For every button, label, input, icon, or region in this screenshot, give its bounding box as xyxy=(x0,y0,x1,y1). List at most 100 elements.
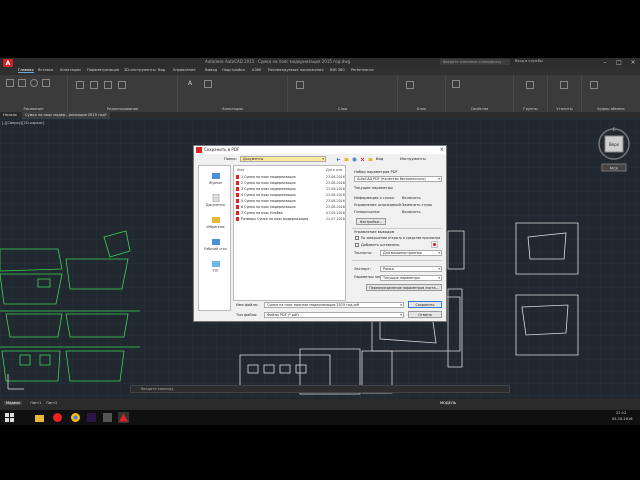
autocad-taskbar-icon[interactable] xyxy=(118,412,129,423)
tab-layout1[interactable]: Лист1 xyxy=(28,401,43,405)
close-icon[interactable]: × xyxy=(626,58,640,67)
line-icon[interactable] xyxy=(6,79,14,87)
tools-menu[interactable]: Инструменты xyxy=(400,157,426,161)
viewcube-north[interactable]: С xyxy=(613,127,616,132)
command-line-input[interactable]: Введите команду xyxy=(130,385,510,393)
file-row[interactable]: 7 Сумка на пояс Ильбек 07.09.2016 xyxy=(236,211,345,216)
ribbon-group-label[interactable]: Буфер обмена xyxy=(582,107,640,111)
clock-date[interactable]: 05.10.2016 xyxy=(612,417,633,421)
viewport-controls[interactable]: [-][Сверху][2D-каркас] xyxy=(2,121,44,125)
polyline-icon[interactable] xyxy=(18,79,26,87)
copy-icon[interactable] xyxy=(104,81,112,89)
save-button[interactable]: Сохранить xyxy=(408,301,442,308)
layer-properties-icon[interactable] xyxy=(296,81,304,89)
measure-icon[interactable] xyxy=(560,81,568,89)
folder-combo[interactable]: Документы ▾ xyxy=(240,156,326,162)
chrome-icon[interactable] xyxy=(70,412,81,423)
place-desktop[interactable]: Рабочий стол xyxy=(199,238,232,251)
tab-annotate[interactable]: Аннотации xyxy=(60,68,81,72)
ribbon-group-label[interactable]: Слои xyxy=(288,107,397,111)
filename-input[interactable]: Сумка на пояс поясная модернизация 2015 … xyxy=(264,302,404,308)
doc-tab-drawing[interactable]: Сумка на пояс модер...рнизация 2015 год* xyxy=(22,112,110,119)
stamp-settings-icon[interactable] xyxy=(431,241,438,248)
move-icon[interactable] xyxy=(76,81,84,89)
group-icon[interactable] xyxy=(526,81,534,89)
arc-icon[interactable] xyxy=(42,79,50,87)
file-row[interactable]: 4 Сумка на пояс модернизация 23.08.2016 xyxy=(236,193,345,198)
paste-icon[interactable] xyxy=(590,81,598,89)
signin-button[interactable]: Вход в службы xyxy=(515,59,543,63)
tab-model[interactable]: Модель xyxy=(4,401,23,405)
premiere-icon[interactable] xyxy=(86,412,97,423)
file-row[interactable]: 3 Сумка на пояс модернизация 23.08.2016 xyxy=(236,187,345,192)
open-in-viewer-checkbox[interactable] xyxy=(355,236,359,240)
place-ftp[interactable]: FTP xyxy=(199,260,232,273)
tab-view[interactable]: Вид xyxy=(158,68,165,72)
app-icon[interactable] xyxy=(102,412,113,423)
rotate-icon[interactable] xyxy=(90,81,98,89)
help-search-input[interactable]: Введите ключевое слово/фразу xyxy=(440,59,510,65)
text-icon[interactable]: A xyxy=(188,80,196,88)
minimize-icon[interactable]: – xyxy=(598,58,612,67)
export-combo[interactable]: Рамка ▾ xyxy=(380,266,442,272)
doc-tab-start[interactable]: Начало xyxy=(0,112,20,119)
opera-icon[interactable] xyxy=(52,412,63,423)
options-button[interactable]: Настройки... xyxy=(356,218,386,225)
back-icon[interactable] xyxy=(336,157,341,162)
ribbon-group-label[interactable]: Аннотации xyxy=(178,107,287,111)
views-menu[interactable]: Вид xyxy=(376,157,383,161)
circle-icon[interactable] xyxy=(30,79,38,87)
file-row[interactable]: 6 Сумка на пояс модернизация 23.08.2016 xyxy=(236,205,345,210)
pdf-preset-combo[interactable]: AutoCAD PDF (Качество бесконечного) ▾ xyxy=(354,176,442,182)
viewcube-icon[interactable]: С Верх МСК xyxy=(596,126,632,172)
tab-layout2[interactable]: Лист2 xyxy=(44,401,59,405)
tab-a360[interactable]: A360 xyxy=(252,68,261,72)
file-row[interactable]: Размеры Сумка на пояс модернизация 22.07.… xyxy=(236,217,345,222)
tab-insert[interactable]: Вставка xyxy=(38,68,53,72)
file-explorer-icon[interactable] xyxy=(34,412,45,423)
tab-addins[interactable]: Надстройки xyxy=(222,68,245,72)
space-mode-indicator[interactable]: МОДЕЛЬ xyxy=(440,401,456,405)
file-row[interactable]: 2 Сумка на пояс модернизация 23.08.2016 xyxy=(236,181,345,186)
sheet-params-combo[interactable]: Текущие параметры ▾ xyxy=(380,275,442,281)
mirror-icon[interactable] xyxy=(118,81,126,89)
file-row[interactable]: 1 Сумка на пояс модернизация 23.08.2016 xyxy=(236,175,345,180)
tab-bim360[interactable]: BIM 360 xyxy=(330,68,345,72)
up-folder-icon[interactable] xyxy=(344,157,349,162)
precision-combo[interactable]: Для машиностроения ▾ xyxy=(380,250,442,256)
file-row[interactable]: 5 Сумка на пояс модернизация 23.08.2016 xyxy=(236,199,345,204)
dialog-close-icon[interactable]: × xyxy=(440,146,444,154)
clock-time[interactable]: 22:12 xyxy=(616,411,626,415)
column-header-name[interactable]: Имя xyxy=(237,168,244,172)
viewcube-wcs[interactable]: МСК xyxy=(610,167,619,171)
tab-home[interactable]: Главная xyxy=(18,68,34,73)
windows-start-icon[interactable] xyxy=(4,412,15,423)
tab-3d-tools[interactable]: 3D-инструменты xyxy=(124,68,156,72)
column-header-date[interactable]: Дата изм xyxy=(326,168,342,172)
search-web-icon[interactable] xyxy=(352,157,357,162)
tab-manage[interactable]: Управление xyxy=(173,68,196,72)
ribbon-group-label[interactable]: Группы xyxy=(514,107,547,111)
filetype-combo[interactable]: Файлы PDF (*.pdf) ▾ xyxy=(264,312,404,318)
open-in-viewer-label[interactable]: По завершении открыть в средстве просмот… xyxy=(361,236,440,240)
override-sheet-params-button[interactable]: Переопределение параметров листа... xyxy=(366,284,442,291)
file-list[interactable]: Имя Дата изм 1 Сумка на пояс модернизаци… xyxy=(233,165,346,301)
ribbon-group-label[interactable]: Рисование xyxy=(0,107,67,111)
viewcube-face[interactable]: Верх xyxy=(609,142,620,147)
ribbon-group-label[interactable]: Редактирование xyxy=(68,107,177,111)
ribbon-group-label[interactable]: Блок xyxy=(398,107,445,111)
add-stamp-label[interactable]: Добавить штемпель xyxy=(361,243,400,247)
ribbon-group-label[interactable]: Свойства xyxy=(446,107,513,111)
place-documents[interactable]: Документы xyxy=(199,194,232,207)
tab-performance[interactable]: Performance xyxy=(351,68,374,72)
insert-block-icon[interactable] xyxy=(406,81,414,89)
dimension-icon[interactable] xyxy=(204,80,212,88)
maximize-icon[interactable]: □ xyxy=(612,58,626,67)
tab-featured-apps[interactable]: Рекомендуемые приложения xyxy=(268,68,324,72)
match-properties-icon[interactable] xyxy=(452,80,460,88)
delete-icon[interactable] xyxy=(360,157,365,162)
new-folder-icon[interactable] xyxy=(368,157,373,162)
cancel-button[interactable]: Отмена xyxy=(408,311,442,318)
place-favorites[interactable]: Избранное xyxy=(199,216,232,229)
ribbon-group-label[interactable]: Утилиты xyxy=(548,107,581,111)
